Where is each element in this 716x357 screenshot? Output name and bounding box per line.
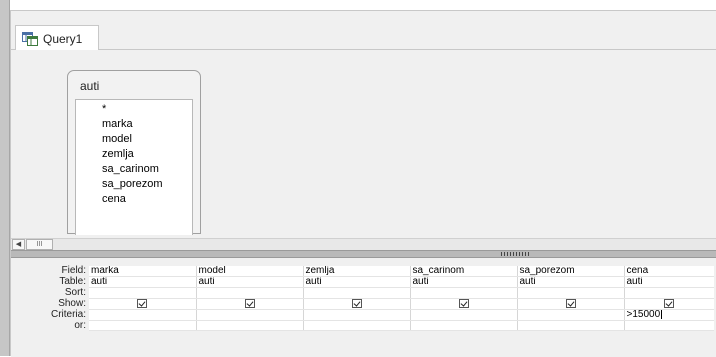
query-design-grid: Field: marka model zemlja sa_carinom sa_… [21, 266, 714, 332]
top-strip [0, 0, 716, 10]
grid-cell-table[interactable]: auti [517, 276, 625, 288]
grid-cell-sort[interactable] [624, 287, 714, 299]
field-list-item[interactable]: sa_carinom [76, 162, 192, 177]
grid-cell-table[interactable]: auti [624, 276, 714, 288]
row-label-field: Field: [21, 266, 89, 277]
grid-cell-field[interactable]: sa_carinom [410, 266, 518, 277]
horizontal-scrollbar[interactable]: ◀ III [11, 238, 716, 250]
document-tab-query1[interactable]: Query1 [15, 25, 99, 51]
grid-row-show: Show: [21, 298, 714, 310]
field-list-item[interactable]: model [76, 132, 192, 147]
grid-cell-or[interactable] [624, 320, 714, 332]
show-checkbox[interactable] [565, 298, 576, 308]
grid-cell-criteria-active[interactable]: >15000 [624, 309, 714, 321]
row-label-table: Table: [21, 276, 89, 288]
grid-cell-table[interactable]: auti [303, 276, 411, 288]
grid-cell-field[interactable]: cena [624, 266, 714, 277]
field-list[interactable]: * marka model zemlja sa_carinom sa_porez… [75, 99, 193, 235]
splitter-grip-icon[interactable] [501, 252, 531, 256]
grid-cell-criteria[interactable] [196, 309, 304, 321]
pane-splitter[interactable] [11, 250, 716, 258]
show-checkbox[interactable] [244, 298, 255, 308]
document-tab-label: Query1 [43, 31, 83, 46]
grid-cell-or[interactable] [517, 320, 625, 332]
grid-cell-table[interactable]: auti [410, 276, 518, 288]
grid-cell-or[interactable] [410, 320, 518, 332]
grid-cell-criteria[interactable] [303, 309, 411, 321]
grid-cell-show [303, 298, 411, 310]
show-checkbox[interactable] [664, 298, 675, 308]
field-list-item[interactable]: * [76, 102, 192, 117]
row-label-sort: Sort: [21, 287, 89, 298]
scroll-left-arrow-icon[interactable]: ◀ [12, 239, 25, 250]
table-field-list-title: auti [80, 79, 100, 93]
show-checkbox[interactable] [137, 298, 148, 308]
grid-row-table: Table: auti auti auti auti auti auti [21, 276, 714, 288]
grid-cell-field[interactable]: marka [89, 266, 197, 277]
field-list-item[interactable]: cena [76, 192, 192, 207]
grid-cell-show [89, 298, 197, 310]
grid-cell-criteria[interactable] [517, 309, 625, 321]
grid-cell-show [517, 298, 625, 310]
grid-cell-table[interactable]: auti [196, 276, 304, 288]
row-label-criteria: Criteria: [21, 309, 89, 321]
text-caret [661, 309, 663, 319]
grid-cell-sort[interactable] [303, 287, 411, 299]
query-design-icon [22, 31, 38, 46]
navigation-pane-edge[interactable] [0, 0, 10, 356]
grid-cell-sort[interactable] [410, 287, 518, 299]
grid-cell-show [196, 298, 304, 310]
show-checkbox[interactable] [458, 298, 469, 308]
query-design-window: Query1 auti * marka model zemlja sa_cari… [10, 10, 716, 357]
grid-cell-or[interactable] [303, 320, 411, 332]
grid-cell-criteria[interactable] [89, 309, 197, 321]
criteria-value: >15000 [626, 309, 661, 320]
table-pane[interactable]: auti * marka model zemlja sa_carinom sa_… [11, 50, 716, 238]
grid-cell-sort[interactable] [196, 287, 304, 299]
field-list-item[interactable]: zemlja [76, 147, 192, 162]
field-list-item[interactable]: sa_porezom [76, 177, 192, 192]
grid-cell-criteria[interactable] [410, 309, 518, 321]
scroll-thumb[interactable]: III [26, 239, 53, 250]
document-tab-bar: Query1 [11, 25, 716, 51]
grid-cell-table[interactable]: auti [89, 276, 197, 288]
table-field-list-auti[interactable]: auti * marka model zemlja sa_carinom sa_… [67, 70, 201, 235]
row-label-show: Show: [21, 298, 89, 310]
grid-cell-field[interactable]: zemlja [303, 266, 411, 277]
field-list-item[interactable]: marka [76, 117, 192, 132]
grid-row-criteria: Criteria: >15000 [21, 309, 714, 321]
show-checkbox[interactable] [351, 298, 362, 308]
grid-row-field: Field: marka model zemlja sa_carinom sa_… [21, 266, 714, 277]
grid-cell-field[interactable]: model [196, 266, 304, 277]
grid-cell-sort[interactable] [89, 287, 197, 299]
grid-cell-show [624, 298, 714, 310]
grid-cell-show [410, 298, 518, 310]
grid-cell-or[interactable] [89, 320, 197, 332]
row-label-or: or: [21, 320, 89, 331]
grid-cell-field[interactable]: sa_porezom [517, 266, 625, 277]
design-grid-pane: Field: marka model zemlja sa_carinom sa_… [11, 258, 716, 357]
grid-cell-or[interactable] [196, 320, 304, 332]
grid-row-sort: Sort: [21, 287, 714, 299]
grid-cell-sort[interactable] [517, 287, 625, 299]
grid-row-or: or: [21, 320, 714, 332]
